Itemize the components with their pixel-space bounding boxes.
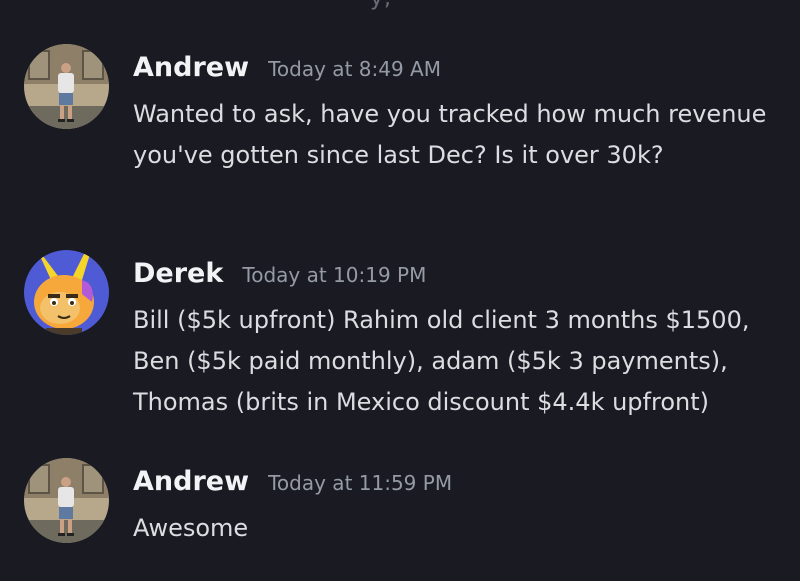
timestamp[interactable]: Today at 10:19 PM [242,263,426,287]
message-text: Wanted to ask, have you tracked how much… [133,100,767,169]
author-name[interactable]: Andrew [133,466,249,497]
andrew-photo-avatar-icon [24,44,109,129]
timestamp[interactable]: Today at 8:49 AM [268,57,441,81]
avatar[interactable] [24,44,109,129]
previous-message-fragment: ··· y, ··· [330,0,424,11]
timestamp[interactable]: Today at 11:59 PM [268,471,452,495]
cartoon-rabbit-avatar-icon [24,250,109,335]
message-text: Awesome [133,514,249,542]
avatar[interactable] [24,458,109,543]
author-name[interactable]: Andrew [133,52,249,83]
chat-messages: ··· y, ··· Andrew Today a [0,0,800,581]
avatar[interactable] [24,250,109,335]
message-text: Bill ($5k upfront) Rahim old client 3 mo… [133,306,750,416]
author-name[interactable]: Derek [133,258,223,289]
andrew-photo-avatar-icon [24,458,109,543]
